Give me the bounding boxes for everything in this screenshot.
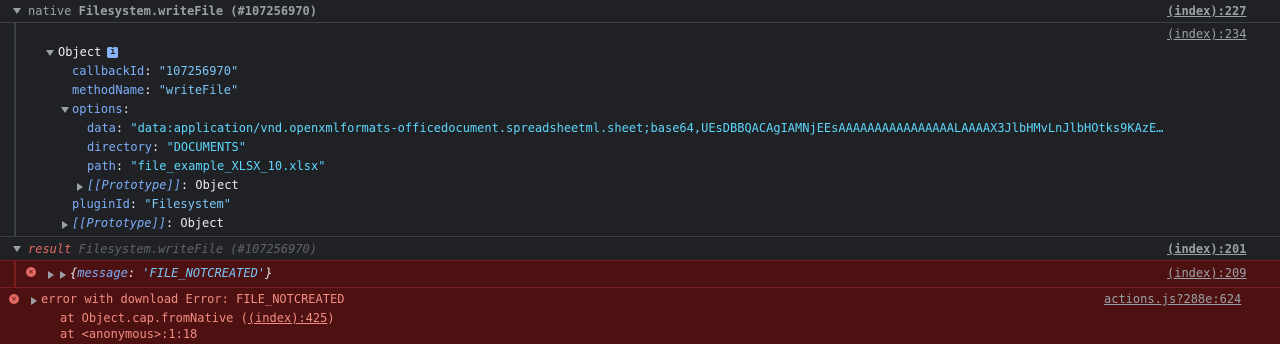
result-group-label: result Filesystem.writeFile (#107256970) (28, 242, 318, 256)
native-group-source-link[interactable]: (index):227 (1167, 4, 1246, 18)
object-prototype-expand-icon[interactable] (62, 221, 68, 229)
prop-pluginId: pluginId: "Filesystem" (72, 197, 231, 211)
separator (0, 22, 1280, 23)
prop-methodName: methodName: "writeFile" (72, 83, 239, 97)
native-group-label: native Filesystem.writeFile (#107256970) (28, 4, 318, 18)
object-log-source-link[interactable]: (index):234 (1167, 27, 1246, 41)
object-expand-triangle-icon[interactable] (46, 50, 54, 56)
object-prototype[interactable]: [[Prototype]]: Object (72, 216, 224, 230)
options-prototype[interactable]: [[Prototype]]: Object (87, 178, 239, 192)
error-icon: ✕ (9, 294, 19, 304)
stack-frame-link[interactable]: (index):425 (248, 311, 327, 325)
options-prototype-expand-icon[interactable] (77, 183, 83, 191)
collapse-triangle-icon[interactable] (13, 246, 21, 252)
info-icon[interactable]: i (107, 47, 119, 58)
options-expand-triangle-icon[interactable] (61, 107, 69, 113)
download-error-message: error with download Error: FILE_NOTCREAT… (41, 292, 345, 306)
separator (0, 236, 1280, 237)
result-error-object[interactable]: {message: 'FILE_NOTCREATED'} (70, 266, 272, 280)
prop-directory: directory: "DOCUMENTS" (87, 140, 246, 154)
error-expand-triangle-icon[interactable] (31, 297, 37, 305)
group-indent-line (14, 261, 16, 287)
collapse-triangle-icon[interactable] (13, 8, 21, 14)
prop-data: data: "data:application/vnd.openxmlforma… (87, 121, 1164, 135)
error-icon: ✕ (26, 267, 36, 277)
prop-callbackId: callbackId: "107256970" (72, 64, 239, 78)
prop-path: path: "file_example_XLSX_10.xlsx" (87, 159, 326, 173)
result-group-call: Filesystem.writeFile (#107256970) (78, 242, 318, 256)
download-error-source-link[interactable]: actions.js?288e:624 (1104, 292, 1241, 306)
stack-frame-2: at <anonymous>:1:18 (60, 327, 198, 341)
object-title[interactable]: Object i (58, 45, 119, 59)
prop-options[interactable]: options: (72, 102, 130, 116)
stack-frame-1: at Object.cap.fromNative ((index):425) (60, 311, 335, 325)
group-indent-line (14, 23, 16, 236)
stack-expand-triangle-icon[interactable] (48, 271, 54, 279)
result-error-source-link[interactable]: (index):209 (1167, 266, 1246, 280)
result-group-source-link[interactable]: (index):201 (1167, 242, 1246, 256)
native-group-call: Filesystem.writeFile (#107256970) (78, 4, 318, 18)
object-expand-triangle-icon[interactable] (60, 271, 66, 279)
